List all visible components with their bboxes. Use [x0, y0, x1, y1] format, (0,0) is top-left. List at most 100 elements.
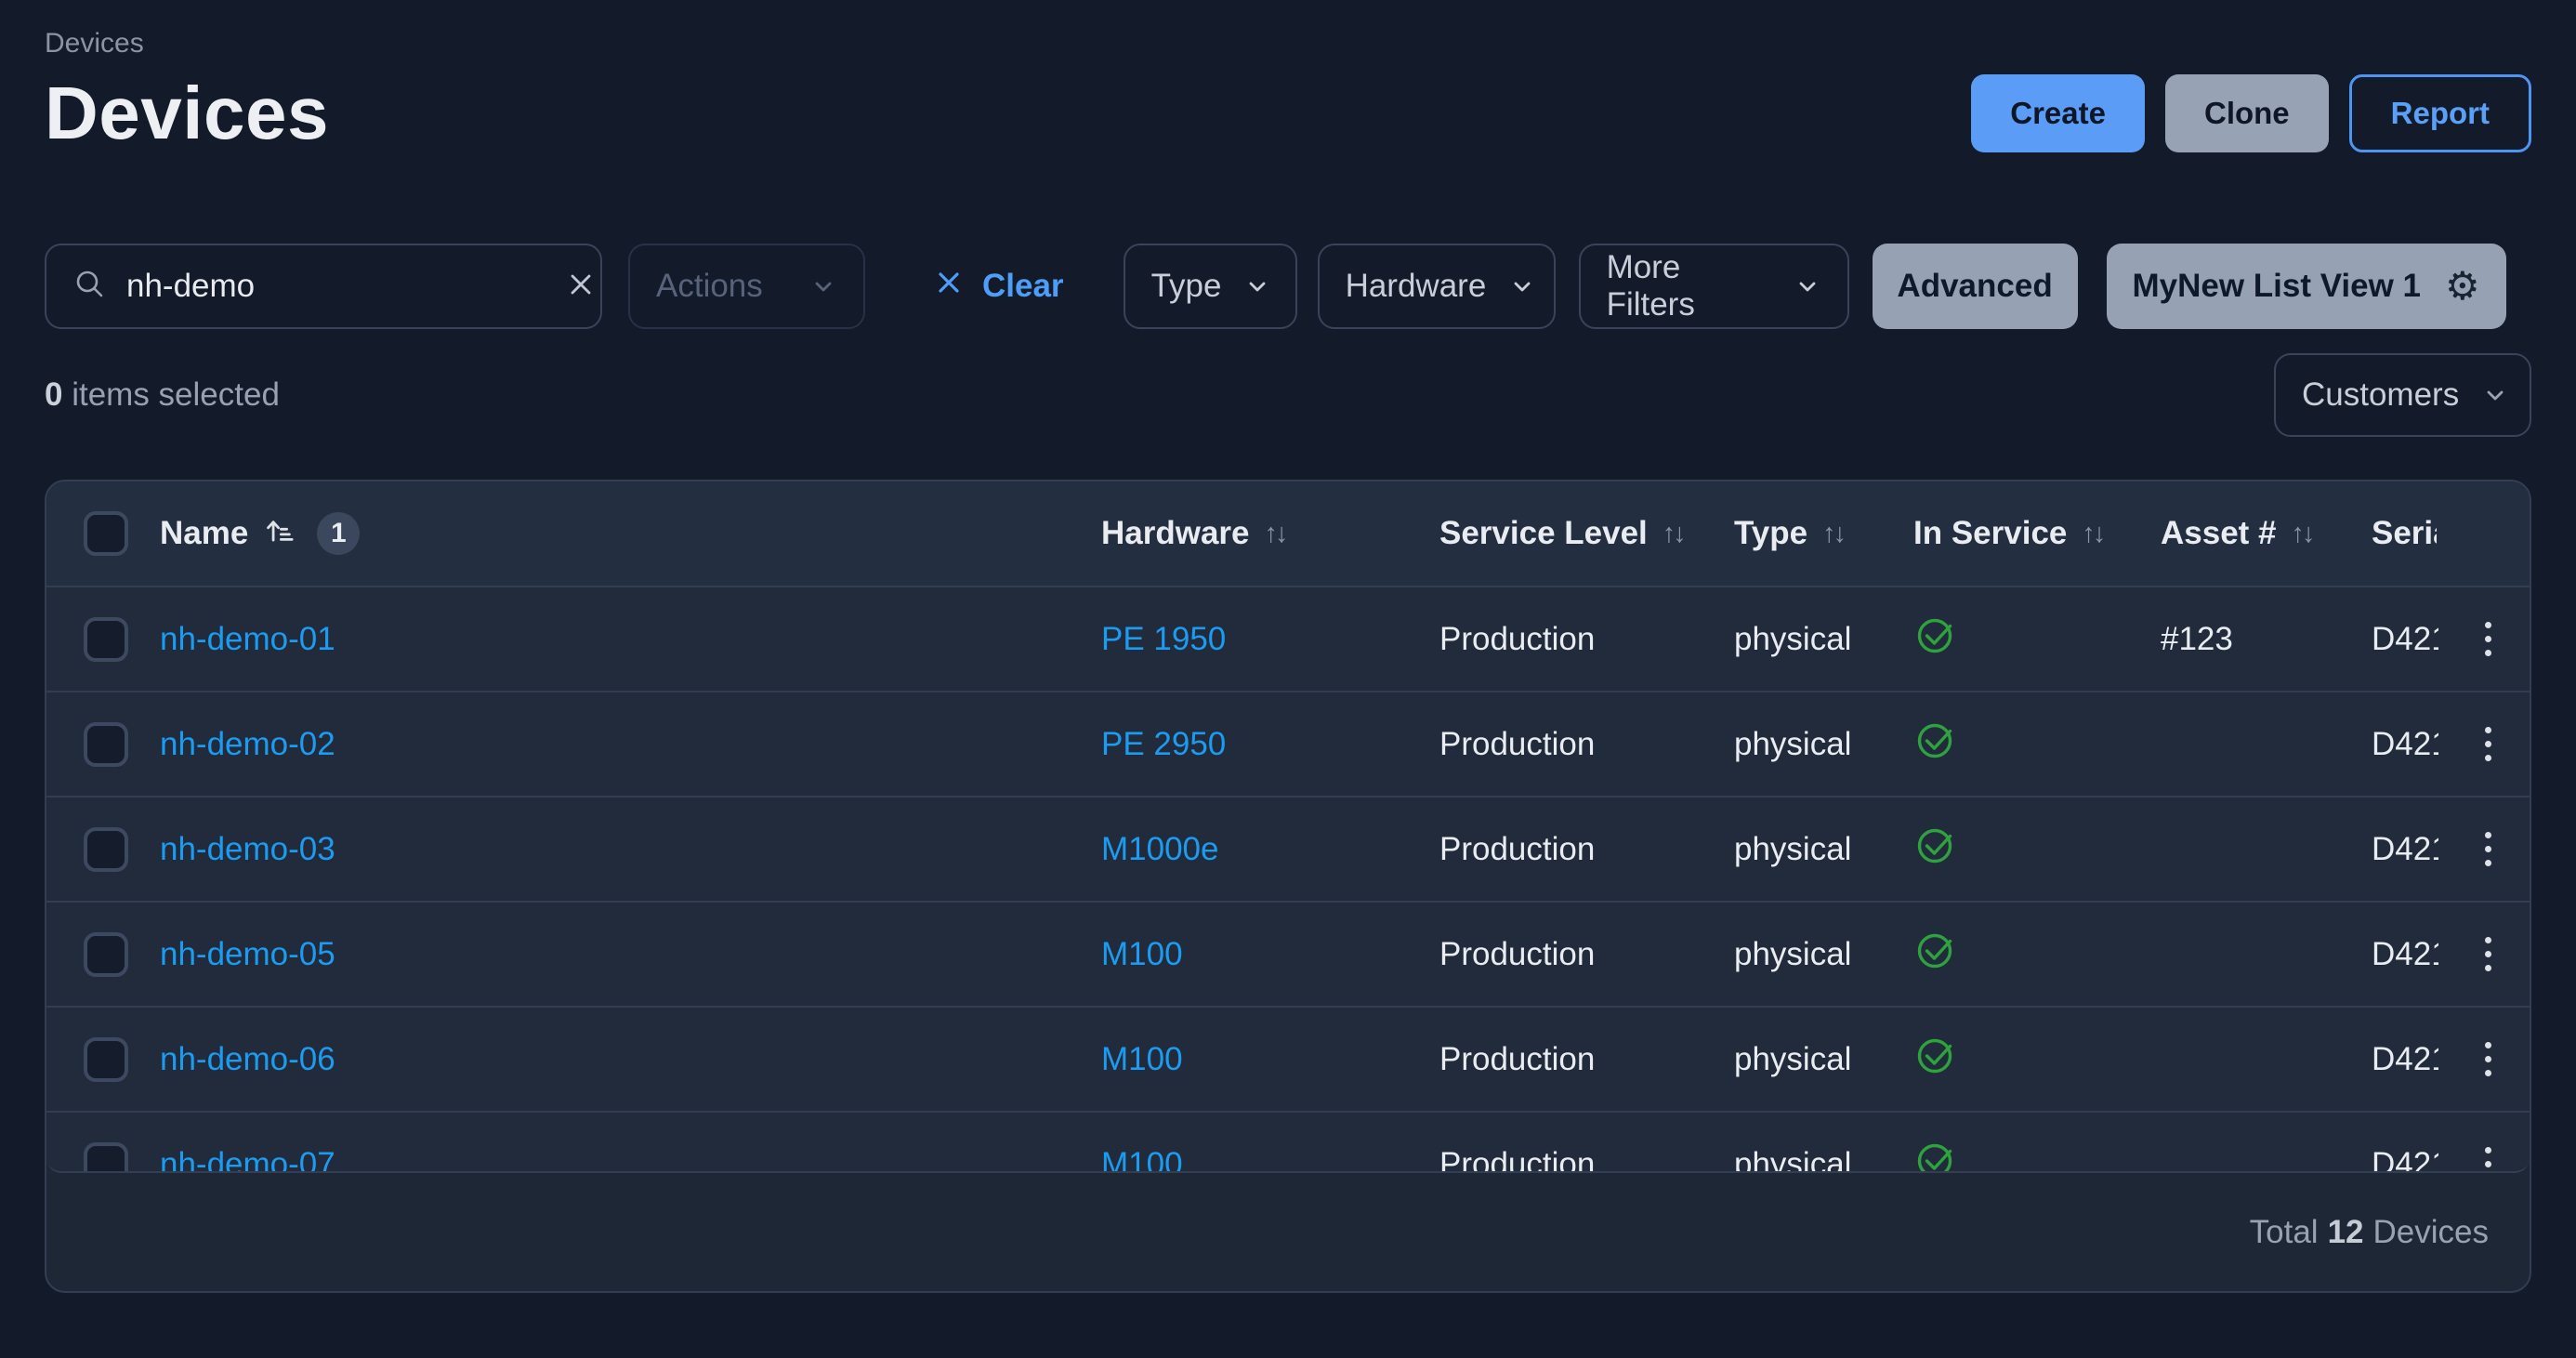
chevron-down-icon — [1794, 272, 1821, 300]
column-label: Asset # — [2161, 515, 2277, 552]
serial-value: D421 — [2372, 1146, 2438, 1174]
asset-value: #123 — [2161, 621, 2233, 658]
in-service-check-icon — [1913, 824, 1956, 875]
table-row: nh-demo-02 PE 2950 Production physical D… — [46, 692, 2530, 798]
customers-dropdown[interactable]: Customers — [2274, 353, 2531, 437]
hardware-link[interactable]: M1000e — [1101, 831, 1218, 868]
chevron-down-icon — [2481, 381, 2509, 409]
hardware-link[interactable]: M100 — [1101, 936, 1183, 973]
selection-row: 0 items selected Customers — [45, 353, 2531, 437]
table-footer: Total 12 Devices — [46, 1173, 2530, 1291]
sort-icon: ↑↓ — [2082, 519, 2103, 549]
table-row: nh-demo-01 PE 1950 Production physical #… — [46, 587, 2530, 692]
serial-value: D421 — [2372, 726, 2438, 763]
header-actions: Create Clone Report — [1971, 74, 2531, 152]
actions-dropdown[interactable]: Actions — [628, 244, 865, 329]
devices-table-card: Name 1 Hardware ↑↓ — [45, 480, 2531, 1293]
column-header-name[interactable]: Name 1 — [160, 512, 360, 555]
row-actions-kebab[interactable] — [2477, 928, 2499, 981]
row-checkbox[interactable] — [84, 1142, 128, 1174]
chevron-down-icon — [809, 272, 837, 300]
clear-x-icon — [932, 266, 966, 308]
device-name-link[interactable]: nh-demo-02 — [160, 726, 335, 763]
hardware-link[interactable]: M100 — [1101, 1146, 1183, 1174]
table-scroll-area[interactable]: Name 1 Hardware ↑↓ — [46, 481, 2530, 1173]
row-actions-kebab[interactable] — [2477, 613, 2499, 666]
type-value: physical — [1734, 1146, 1851, 1174]
clear-label: Clear — [982, 268, 1064, 305]
type-filter-dropdown[interactable]: Type — [1124, 244, 1297, 329]
row-actions-kebab[interactable] — [2477, 1138, 2499, 1173]
selected-items-text: 0 items selected — [45, 376, 280, 414]
chevron-down-icon — [1508, 272, 1536, 300]
serial-value: D421 — [2372, 831, 2438, 868]
column-label: Hardware — [1101, 515, 1250, 552]
service-level-value: Production — [1439, 621, 1595, 658]
more-filters-dropdown[interactable]: More Filters — [1579, 244, 1849, 329]
in-service-check-icon — [1913, 719, 1956, 770]
row-actions-kebab[interactable] — [2477, 718, 2499, 771]
table-header: Name 1 Hardware ↑↓ — [46, 481, 2530, 587]
search-clear-icon[interactable] — [564, 268, 598, 306]
serial-value: D421 — [2372, 1041, 2438, 1078]
serial-value: D421 — [2372, 621, 2438, 658]
device-name-link[interactable]: nh-demo-07 — [160, 1146, 335, 1174]
type-filter-label: Type — [1151, 268, 1222, 305]
column-header-service-level[interactable]: Service Level ↑↓ — [1439, 515, 1684, 552]
row-checkbox[interactable] — [84, 722, 128, 767]
service-level-value: Production — [1439, 1146, 1595, 1174]
device-name-link[interactable]: nh-demo-03 — [160, 831, 335, 868]
in-service-check-icon — [1913, 1034, 1956, 1085]
hardware-link[interactable]: M100 — [1101, 1041, 1183, 1078]
create-button[interactable]: Create — [1971, 74, 2145, 152]
column-label: Serial — [2372, 515, 2437, 552]
clone-button[interactable]: Clone — [2165, 74, 2329, 152]
column-header-serial[interactable]: Serial — [2372, 515, 2437, 552]
column-header-asset[interactable]: Asset # ↑↓ — [2161, 515, 2313, 552]
device-name-link[interactable]: nh-demo-06 — [160, 1041, 335, 1078]
row-checkbox[interactable] — [84, 827, 128, 872]
type-value: physical — [1734, 831, 1851, 868]
total-label: Total — [2250, 1214, 2319, 1251]
in-service-check-icon — [1913, 613, 1956, 665]
advanced-button[interactable]: Advanced — [1873, 244, 2078, 329]
customers-dropdown-label: Customers — [2302, 376, 2459, 414]
service-level-value: Production — [1439, 831, 1595, 868]
row-actions-kebab[interactable] — [2477, 823, 2499, 876]
row-checkbox[interactable] — [84, 932, 128, 977]
column-header-type[interactable]: Type ↑↓ — [1734, 515, 1844, 552]
list-view-button[interactable]: MyNew List View 1 ⚙ — [2107, 244, 2506, 329]
select-all-checkbox[interactable] — [84, 511, 128, 556]
total-count: 12 — [2328, 1214, 2364, 1251]
actions-dropdown-label: Actions — [656, 268, 763, 305]
clear-filters-link[interactable]: Clear — [932, 266, 1064, 308]
type-value: physical — [1734, 621, 1851, 658]
devices-page: Devices Devices Create Clone Report — [0, 0, 2576, 1358]
hardware-filter-dropdown[interactable]: Hardware — [1318, 244, 1556, 329]
service-level-value: Production — [1439, 1041, 1595, 1078]
device-name-link[interactable]: nh-demo-01 — [160, 621, 335, 658]
breadcrumb[interactable]: Devices — [45, 0, 2531, 59]
more-filters-label: More Filters — [1607, 249, 1771, 323]
table-row: nh-demo-03 M1000e Production physical D4… — [46, 798, 2530, 903]
column-header-hardware[interactable]: Hardware ↑↓ — [1101, 515, 1286, 552]
gear-icon[interactable]: ⚙ — [2445, 267, 2480, 306]
page-title: Devices — [45, 71, 329, 156]
row-actions-kebab[interactable] — [2477, 1033, 2499, 1086]
table-row: nh-demo-06 M100 Production physical D421 — [46, 1008, 2530, 1113]
chevron-down-icon — [1243, 272, 1271, 300]
sort-icon: ↑↓ — [2292, 519, 2313, 549]
hardware-link[interactable]: PE 2950 — [1101, 726, 1226, 763]
column-header-in-service[interactable]: In Service ↑↓ — [1913, 515, 2103, 552]
hardware-link[interactable]: PE 1950 — [1101, 621, 1226, 658]
service-level-value: Production — [1439, 936, 1595, 973]
row-checkbox[interactable] — [84, 1037, 128, 1082]
search-icon — [72, 267, 108, 307]
report-button[interactable]: Report — [2349, 74, 2531, 152]
search-box[interactable] — [45, 244, 602, 329]
serial-value: D421 — [2372, 936, 2438, 973]
device-name-link[interactable]: nh-demo-05 — [160, 936, 335, 973]
total-suffix: Devices — [2373, 1214, 2489, 1251]
row-checkbox[interactable] — [84, 617, 128, 662]
search-input[interactable] — [126, 268, 545, 305]
